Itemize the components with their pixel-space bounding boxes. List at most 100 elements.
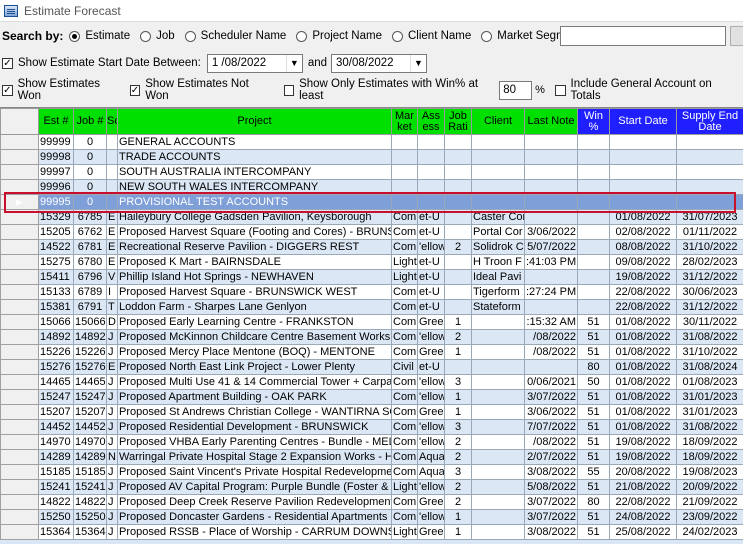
row-header[interactable] [0, 389, 39, 405]
table-cell [444, 134, 472, 150]
row-header[interactable] [0, 164, 39, 180]
table-cell: H Troon F [471, 254, 525, 270]
row-header[interactable] [0, 494, 39, 510]
table-row[interactable]: 99997 0 SOUTH AUSTRALIA INTERCOMPANY [0, 164, 743, 180]
row-header[interactable] [0, 434, 39, 450]
radio-project-name[interactable]: Project Name [296, 30, 382, 42]
table-row[interactable]: 14289 14289 N Warringal Private Hospital St… [0, 449, 743, 465]
row-header[interactable] [0, 209, 39, 225]
table-row[interactable]: 15133 6789 I Proposed Harvest Square - BRUN… [0, 284, 743, 300]
radio-client-name[interactable]: Client Name [391, 30, 471, 42]
col-assess[interactable]: Ass ess [417, 108, 445, 135]
table-cell: 14822 [38, 494, 74, 510]
radio-job[interactable]: Job [140, 30, 175, 42]
table-row[interactable]: 15381 6791 T Loddon Farm - Sharpes Lane Gen… [0, 299, 743, 315]
table-row[interactable]: 14892 14892 J Proposed McKinnon Childcare C… [0, 329, 743, 345]
row-header[interactable] [0, 299, 39, 315]
table-row[interactable]: 15276 15276 E Proposed North East Link Proj… [0, 359, 743, 375]
table-row[interactable]: 15226 15226 J Proposed Mercy Place Mentone … [0, 344, 743, 360]
table-row[interactable]: 15066 15066 D Proposed Early Learning Centr… [0, 314, 743, 330]
start-to-date-picker[interactable]: 30/08/2022 ▼ [331, 53, 427, 73]
col-market[interactable]: Mar ket [391, 108, 418, 135]
col-win-pct[interactable]: Win % [577, 108, 610, 135]
table-row[interactable]: 99996 0 NEW SOUTH WALES INTERCOMPANY [0, 179, 743, 195]
row-header[interactable] [0, 254, 39, 270]
col-est[interactable]: Est # [38, 108, 74, 135]
col-sc[interactable]: Sc [106, 108, 118, 135]
dropdown-arrow-icon[interactable]: ▼ [285, 54, 302, 72]
radio-estimate[interactable]: Estimate [69, 30, 130, 42]
table-row[interactable]: 15329 6785 E Haileybury College Gadsden Pav… [0, 209, 743, 225]
dropdown-arrow-icon[interactable]: ▼ [410, 54, 426, 72]
table-row[interactable]: ▶ 99995 0 PROVISIONAL TEST ACCOUNTS [0, 194, 743, 210]
show-won-checkbox[interactable]: ✓ Show Estimates Won [2, 78, 122, 102]
start-from-date-picker[interactable]: 1 /08/2022 ▼ [206, 53, 303, 73]
row-header[interactable] [0, 344, 39, 360]
table-row[interactable]: 14970 14970 J Proposed VHBA Early Parenting… [0, 434, 743, 450]
col-start-date[interactable]: Start Date [609, 108, 677, 135]
estimates-grid[interactable]: Est # Job # Sc Project Mar ket Ass ess J… [0, 107, 743, 544]
table-row[interactable]: 15241 15241 J Proposed AV Capital Program: … [0, 479, 743, 495]
table-row[interactable]: 15364 15364 J Proposed RSSB - Place of Wors… [0, 524, 743, 540]
row-header[interactable] [0, 359, 39, 375]
table-cell: 15247 [38, 389, 74, 405]
table-cell: 99997 [38, 164, 74, 180]
row-header[interactable] [0, 134, 39, 150]
table-cell: 09/08/2022 [609, 254, 677, 270]
table-cell [391, 149, 418, 165]
start-date-checkbox[interactable]: ✓ Show Estimate Start Date Between: [2, 57, 201, 69]
only-winpct-checkbox[interactable]: Show Only Estimates with Win% at least [283, 78, 497, 102]
row-header[interactable] [0, 329, 39, 345]
table-row[interactable]: 14822 14822 J Proposed Deep Creek Reserve P… [0, 494, 743, 510]
table-row[interactable]: 14522 6781 E Recreational Reserve Pavilion … [0, 239, 743, 255]
radio-dot-icon [391, 30, 403, 42]
table-row[interactable]: 15207 15207 J Proposed St Andrews Christian… [0, 404, 743, 420]
table-row[interactable]: 15411 6796 V Phillip Island Hot Springs - N… [0, 269, 743, 285]
table-cell: Proposed RSSB - Place of Worship - CARRU… [117, 524, 392, 540]
table-cell [609, 134, 677, 150]
col-last-note[interactable]: Last Note [524, 108, 578, 135]
table-row[interactable]: 15247 15247 J Proposed Apartment Building -… [0, 389, 743, 405]
row-pointer-icon[interactable]: ▶ [0, 194, 39, 210]
row-header[interactable] [0, 464, 39, 480]
table-row[interactable]: 15275 6780 E Proposed K Mart - BAIRNSDALE Li… [0, 254, 743, 270]
search-input[interactable] [560, 26, 726, 46]
table-cell: 3 [444, 419, 472, 435]
row-header[interactable] [0, 479, 39, 495]
row-header[interactable] [0, 509, 39, 525]
row-header[interactable] [0, 269, 39, 285]
table-row[interactable]: 14452 14452 J Proposed Residential Developm… [0, 419, 743, 435]
row-header[interactable] [0, 374, 39, 390]
winpct-input[interactable]: 80 [499, 80, 533, 100]
row-header[interactable] [0, 239, 39, 255]
col-supply-end-date[interactable]: Supply End Date [676, 108, 743, 135]
row-header[interactable] [0, 224, 39, 240]
table-row[interactable]: 15205 6762 E Proposed Harvest Square (Footi… [0, 224, 743, 240]
table-cell: Com [391, 374, 418, 390]
table-row[interactable]: 15185 15185 J Proposed Saint Vincent's Priv… [0, 464, 743, 480]
table-cell: 2 [444, 494, 472, 510]
col-client[interactable]: Client [471, 108, 525, 135]
row-header[interactable] [0, 149, 39, 165]
row-header[interactable] [0, 284, 39, 300]
show-not-won-checkbox[interactable]: ✓ Show Estimates Not Won [129, 78, 270, 102]
table-cell: 15066 [73, 314, 107, 330]
table-cell [444, 224, 472, 240]
table-row[interactable]: 99998 0 TRADE ACCOUNTS [0, 149, 743, 165]
row-header[interactable] [0, 524, 39, 540]
table-cell: 19/08/2022 [609, 449, 677, 465]
col-project[interactable]: Project [117, 108, 392, 135]
table-row[interactable]: 14465 14465 J Proposed Multi Use 41 & 14 Co… [0, 374, 743, 390]
row-header[interactable] [0, 404, 39, 420]
search-button[interactable] [730, 26, 743, 46]
include-general-checkbox[interactable]: Include General Account on Totals [554, 78, 737, 102]
col-job[interactable]: Job # [73, 108, 107, 135]
table-row[interactable]: 99999 0 GENERAL ACCOUNTS [0, 134, 743, 150]
row-header[interactable] [0, 419, 39, 435]
table-row[interactable]: 15250 15250 J Proposed Doncaster Gardens - … [0, 509, 743, 525]
col-job-rating[interactable]: Job Rati [444, 108, 472, 135]
row-header[interactable] [0, 314, 39, 330]
radio-scheduler-name[interactable]: Scheduler Name [184, 30, 286, 42]
row-header[interactable] [0, 449, 39, 465]
row-header[interactable] [0, 179, 39, 195]
